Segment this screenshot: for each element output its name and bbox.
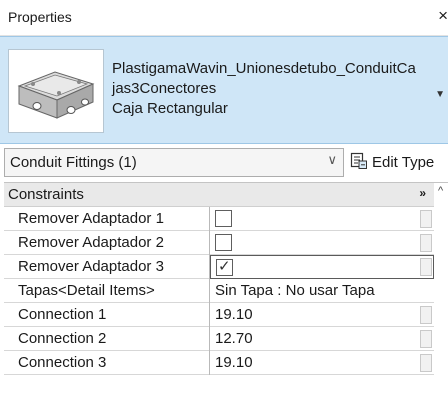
checkbox[interactable] (215, 234, 232, 251)
property-name: Tapas<Detail Items> (4, 279, 210, 303)
property-row[interactable]: Tapas<Detail Items> Sin Tapa : No usar T… (4, 279, 434, 303)
property-row[interactable]: Connection 3 19.10 (4, 351, 434, 375)
property-value[interactable]: 19.10 (210, 351, 434, 375)
conduit-box-icon (8, 49, 104, 133)
type-name-text: PlastigamaWavin_Unionesdetubo_ConduitCa … (112, 59, 438, 119)
property-name: Connection 1 (4, 303, 210, 327)
property-row[interactable]: Remover Adaptador 2 (4, 231, 434, 255)
row-button[interactable] (420, 354, 432, 372)
property-value[interactable] (210, 207, 434, 231)
chevron-down-icon: ∨ (327, 152, 337, 167)
property-name: Remover Adaptador 3 (4, 255, 210, 279)
check-icon: ✓ (218, 258, 231, 275)
property-value[interactable]: ✓ (210, 255, 434, 279)
checkbox[interactable] (215, 210, 232, 227)
close-icon[interactable]: × (438, 6, 448, 26)
property-row[interactable]: Remover Adaptador 1 (4, 207, 434, 231)
property-value[interactable]: 19.10 (210, 303, 434, 327)
instance-filter-label: Conduit Fittings (1) (10, 154, 137, 171)
family-name-line-2: jas3Conectores (112, 80, 217, 97)
edit-type-icon (350, 152, 368, 174)
row-button[interactable] (420, 306, 432, 324)
collapse-chevron-icon[interactable]: » (419, 186, 426, 200)
property-row[interactable]: Remover Adaptador 3 ✓ (4, 255, 434, 279)
instance-filter-row: Conduit Fittings (1) ∨ Edit Type (0, 146, 448, 180)
properties-grid: Constraints » Remover Adaptador 1 Remove… (4, 182, 448, 411)
category-header-constraints[interactable]: Constraints » (4, 183, 434, 207)
property-row[interactable]: Connection 1 19.10 (4, 303, 434, 327)
edit-type-label: Edit Type (372, 154, 435, 171)
palette-title: Properties (8, 9, 72, 25)
vertical-scrollbar[interactable]: ^ (438, 183, 448, 411)
properties-titlebar: Properties × (0, 0, 448, 36)
checkbox-checked[interactable]: ✓ (216, 258, 233, 276)
property-value[interactable]: 12.70 (210, 327, 434, 351)
row-button[interactable] (420, 210, 432, 228)
property-value[interactable]: Sin Tapa : No usar Tapa (210, 279, 434, 303)
property-name: Connection 3 (4, 351, 210, 375)
type-name: Caja Rectangular (112, 100, 228, 117)
row-button[interactable] (420, 330, 432, 348)
category-label: Constraints (8, 186, 84, 203)
row-button[interactable] (420, 258, 432, 276)
type-list-arrow-icon[interactable]: ▼ (435, 89, 445, 100)
property-name: Remover Adaptador 2 (4, 231, 210, 255)
edit-type-button[interactable]: Edit Type (350, 148, 434, 177)
property-value[interactable] (210, 231, 434, 255)
scroll-up-icon[interactable]: ^ (438, 185, 443, 197)
property-row[interactable]: Connection 2 12.70 (4, 327, 434, 351)
family-name-line-1: PlastigamaWavin_Unionesdetubo_ConduitCa (112, 60, 416, 77)
row-button[interactable] (420, 234, 432, 252)
property-name: Connection 2 (4, 327, 210, 351)
property-name: Remover Adaptador 1 (4, 207, 210, 231)
type-selector[interactable]: PlastigamaWavin_Unionesdetubo_ConduitCa … (0, 36, 448, 144)
instance-filter-dropdown[interactable]: Conduit Fittings (1) ∨ (4, 148, 344, 177)
